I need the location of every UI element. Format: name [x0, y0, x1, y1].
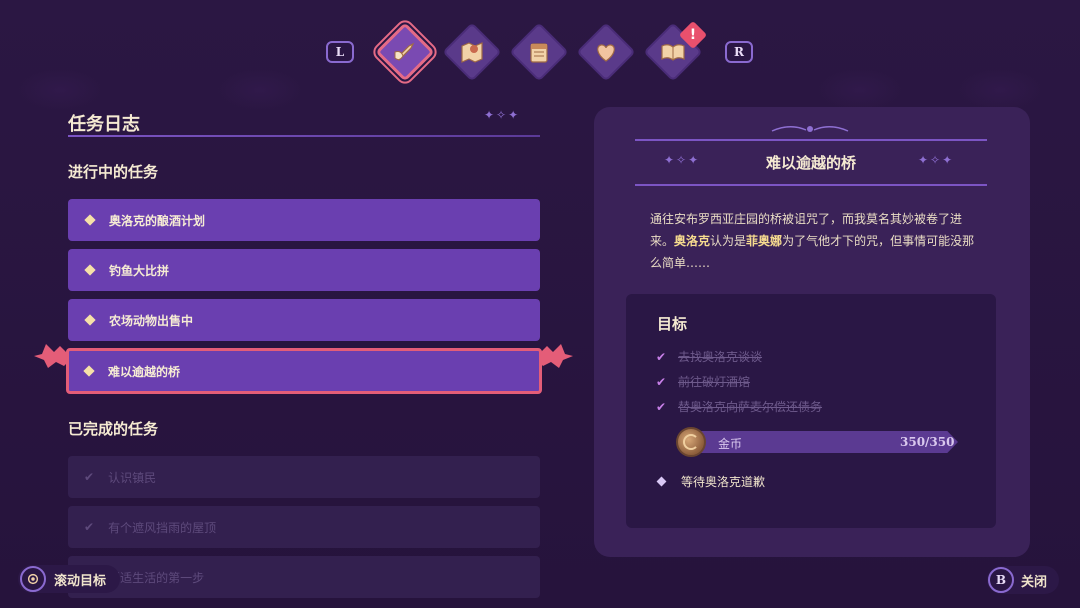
- ornament: ✦✧✦: [918, 153, 955, 167]
- b-button-icon: B: [988, 567, 1014, 593]
- quest-description: 通往安布罗西亚庄园的桥被诅咒了，而我莫名其妙被卷了进来。奥洛克认为是菲奥娜为了气…: [650, 212, 975, 270]
- quest-label: 舒适生活的第一步: [108, 570, 205, 585]
- quest-label: 钓鱼大比拼: [109, 263, 170, 278]
- left-bumper-button[interactable]: L: [326, 41, 354, 63]
- right-bumper-button[interactable]: R: [725, 41, 753, 63]
- quill-scroll-icon: [394, 42, 415, 61]
- quest-item[interactable]: 奥洛克的酿酒计划: [68, 199, 540, 241]
- alert-badge: !: [678, 20, 708, 50]
- quest-item[interactable]: 钓鱼大比拼: [68, 249, 540, 291]
- objective-completed: ✔ 前往破灯酒馆: [656, 374, 751, 390]
- completed-quest-item[interactable]: ✔ 舒适生活的第一步: [68, 556, 540, 598]
- checkmark-icon: ✔: [84, 520, 95, 534]
- tab-relationships[interactable]: [576, 22, 636, 82]
- coin-progress-value: 350/350: [900, 435, 955, 449]
- coin-label: 金币: [718, 437, 743, 451]
- divider: [68, 135, 540, 137]
- heart-icon: [597, 44, 615, 62]
- divider: [635, 184, 987, 186]
- page-title: 任务日志: [68, 114, 140, 135]
- divider: [635, 139, 987, 141]
- checkmark-icon: ✔: [656, 374, 667, 389]
- quest-item[interactable]: 农场动物出售中: [68, 299, 540, 341]
- quest-label: 农场动物出售中: [109, 313, 194, 328]
- quest-label: 难以逾越的桥: [108, 364, 181, 379]
- diamond-bullet-icon: [83, 365, 95, 377]
- map-pin-icon: [461, 42, 483, 63]
- tab-calendar[interactable]: [509, 22, 569, 82]
- scroll-objectives-hint[interactable]: 滚动目标: [18, 565, 121, 593]
- completed-quest-item[interactable]: ✔ 有个遮风挡雨的屋顶: [68, 506, 540, 548]
- diamond-bullet-icon: [84, 314, 96, 326]
- calendar-icon: [530, 43, 548, 63]
- quest-label: 奥洛克的酿酒计划: [109, 213, 206, 228]
- diamond-bullet-icon: [656, 476, 667, 487]
- right-stick-icon: [20, 566, 46, 592]
- checkmark-icon: ✔: [656, 399, 667, 414]
- checkmark-icon: ✔: [656, 349, 667, 364]
- objectives-title: 目标: [657, 315, 688, 333]
- tab-map[interactable]: [442, 22, 502, 82]
- diamond-bullet-icon: [84, 264, 96, 276]
- ornament: ✦✧✦: [484, 108, 521, 122]
- diamond-bullet-icon: [84, 214, 96, 226]
- completed-quest-item[interactable]: ✔ 认识镇民: [68, 456, 540, 498]
- filigree-ornament-icon: [771, 126, 849, 132]
- quest-label: 有个遮风挡雨的屋顶: [108, 520, 217, 535]
- quest-item-selected[interactable]: 难以逾越的桥: [66, 348, 542, 394]
- quest-label: 认识镇民: [108, 470, 157, 485]
- checkmark-icon: ✔: [84, 470, 95, 484]
- objective-pending: 等待奥洛克道歉: [656, 473, 765, 490]
- completed-heading: 已完成的任务: [68, 420, 159, 438]
- close-button[interactable]: B 关闭: [987, 566, 1060, 594]
- coin-icon: [676, 427, 706, 457]
- objective-completed: ✔ 替奥洛克向萨麦尔偿还债务: [656, 399, 823, 415]
- objective-completed: ✔ 去找奥洛克谈谈: [656, 349, 763, 365]
- in-progress-heading: 进行中的任务: [68, 163, 159, 181]
- tab-quest-log[interactable]: [375, 22, 435, 82]
